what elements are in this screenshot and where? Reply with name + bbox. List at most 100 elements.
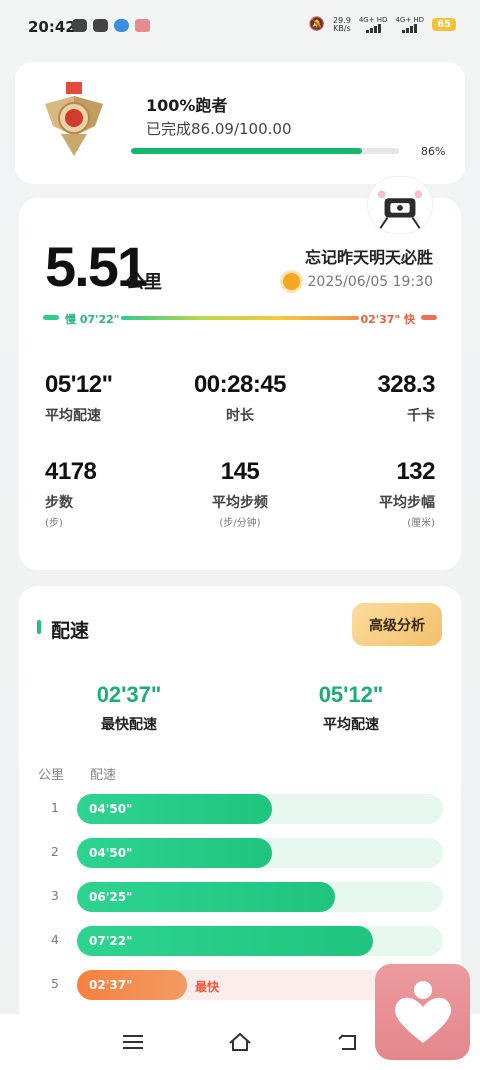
km-number: 1 bbox=[51, 801, 59, 815]
stat-stride: 132 平均步幅 (厘米) bbox=[379, 458, 436, 529]
slow-cap bbox=[43, 315, 59, 320]
stat-unit: (厘米) bbox=[407, 518, 435, 529]
km-pace-row: 2 04'50" bbox=[19, 837, 461, 869]
sun-icon bbox=[282, 273, 300, 290]
km-pace-row: 3 06'25" bbox=[19, 881, 461, 913]
pace-range-bar: 慢 07'22" 02'37" 快 bbox=[43, 311, 437, 326]
signal-icon bbox=[402, 24, 418, 33]
status-time: 20:42 bbox=[28, 18, 76, 36]
menu-button[interactable] bbox=[118, 1028, 148, 1056]
net-speed-unit: KB/s bbox=[333, 23, 351, 33]
pace-bar-label: 06'25" bbox=[89, 890, 133, 904]
floating-app-shortcut[interactable] bbox=[375, 964, 470, 1060]
fast-cap bbox=[421, 315, 437, 320]
achievement-card[interactable]: 100%跑者 已完成86.09/100.00 86% bbox=[15, 62, 465, 184]
km-number: 2 bbox=[51, 845, 59, 859]
stat-unit: (步/分钟) bbox=[219, 518, 261, 529]
fastest-tag: 最快 bbox=[195, 980, 220, 994]
net-speed: 29.9 KB/s bbox=[333, 16, 351, 33]
average-pace-value: 05'12" bbox=[318, 682, 384, 707]
km-number: 4 bbox=[51, 933, 59, 947]
stat-label: 时长 bbox=[226, 408, 254, 424]
pace-bar-fill: 04'50" bbox=[77, 838, 272, 868]
average-pace: 05'12" 平均配速 bbox=[271, 682, 431, 734]
stat-label: 平均步频 bbox=[212, 495, 268, 511]
battery-indicator: 65 bbox=[432, 18, 456, 31]
stat-label: 千卡 bbox=[407, 408, 435, 424]
column-header-km: 公里 bbox=[38, 768, 65, 783]
km-pace-row: 4 07'22" bbox=[19, 925, 461, 957]
column-header-pace: 配速 bbox=[90, 768, 117, 783]
sim1-label: 4G+ HD bbox=[358, 16, 388, 24]
back-button[interactable] bbox=[332, 1028, 362, 1056]
pace-bar-label: 07'22" bbox=[89, 934, 133, 948]
advanced-analysis-button[interactable]: 高级分析 bbox=[352, 603, 442, 646]
stat-value: 132 bbox=[396, 458, 435, 485]
pace-bar-fill: 07'22" bbox=[77, 926, 373, 956]
stat-value: 4178 bbox=[45, 458, 97, 485]
home-button[interactable] bbox=[225, 1028, 255, 1056]
app-notification-icon bbox=[135, 19, 150, 32]
signal-icon bbox=[365, 24, 381, 33]
menu-icon bbox=[123, 1035, 143, 1049]
run-datetime-text: 2025/06/05 19:30 bbox=[307, 273, 434, 290]
stat-unit: (步) bbox=[45, 518, 63, 529]
achievement-percent: 86% bbox=[421, 145, 446, 158]
slow-pace-label: 慢 07'22" bbox=[65, 313, 120, 326]
status-bar: 20:42 🔕 29.9 KB/s 4G+ HD 4G+ HD 65 bbox=[0, 0, 480, 56]
average-pace-label: 平均配速 bbox=[323, 717, 379, 733]
fastest-pace-label: 最快配速 bbox=[101, 717, 157, 733]
pace-bar-track: 07'22" bbox=[77, 926, 443, 956]
section-marker bbox=[37, 620, 41, 634]
chat-icon bbox=[72, 19, 87, 32]
stat-duration: 00:28:45 时长 bbox=[171, 371, 309, 425]
distance-unit: 公里 bbox=[126, 272, 162, 293]
pace-bar-label: 04'50" bbox=[89, 802, 133, 816]
medal-icon bbox=[45, 82, 103, 156]
pace-gradient bbox=[121, 316, 359, 320]
stat-value: 00:28:45 bbox=[193, 371, 287, 398]
run-motto: 忘记昨天明天必胜 bbox=[304, 248, 433, 267]
message-icon bbox=[93, 19, 108, 32]
pace-bar-fill: 06'25" bbox=[77, 882, 335, 912]
pace-bar-label: 02'37" bbox=[89, 978, 133, 992]
pace-bar-fill: 02'37" bbox=[77, 970, 187, 1000]
avatar[interactable] bbox=[367, 176, 433, 234]
km-number: 5 bbox=[51, 977, 59, 991]
notification-icons bbox=[72, 19, 150, 32]
home-icon bbox=[229, 1032, 251, 1051]
fast-pace-label: 02'37" 快 bbox=[360, 313, 415, 326]
stat-cadence: 145 平均步频 (步/分钟) bbox=[171, 458, 309, 529]
heart-app-icon bbox=[394, 981, 451, 1043]
sim2-label: 4G+ HD bbox=[395, 16, 425, 24]
stat-value: 05'12" bbox=[45, 371, 113, 398]
status-right: 🔕 29.9 KB/s 4G+ HD 4G+ HD 65 bbox=[309, 16, 456, 33]
achievement-progress-text: 已完成86.09/100.00 bbox=[146, 120, 292, 138]
pace-bar-label: 04'50" bbox=[89, 846, 133, 860]
pace-bar-track: 04'50" bbox=[77, 794, 443, 824]
mute-icon: 🔕 bbox=[308, 17, 326, 32]
km-number: 3 bbox=[51, 889, 59, 903]
run-datetime: 2025/06/05 19:30 bbox=[282, 273, 434, 290]
qq-icon bbox=[114, 19, 129, 32]
fastest-pace: 02'37" 最快配速 bbox=[49, 682, 209, 734]
stat-label: 平均步幅 bbox=[379, 495, 435, 511]
sim1-signal: 4G+ HD bbox=[358, 16, 388, 33]
km-pace-row: 1 04'50" bbox=[19, 793, 461, 825]
pace-section-title: 配速 bbox=[51, 620, 90, 642]
achievement-title: 100%跑者 bbox=[146, 96, 228, 115]
stat-value: 145 bbox=[220, 458, 260, 485]
stat-label: 平均配速 bbox=[45, 408, 101, 424]
back-icon bbox=[338, 1034, 356, 1050]
pace-bar-track: 06'25" bbox=[77, 882, 443, 912]
achievement-progress-fill bbox=[131, 148, 362, 154]
stat-label: 步数 bbox=[45, 495, 73, 511]
fastest-pace-value: 02'37" bbox=[96, 682, 162, 707]
stat-avg-pace: 05'12" 平均配速 bbox=[45, 371, 113, 425]
stat-value: 328.3 bbox=[377, 371, 435, 398]
achievement-progress-bar bbox=[131, 148, 399, 154]
stat-steps: 4178 步数 (步) bbox=[45, 458, 97, 529]
run-summary-card: 5.51 公里 忘记昨天明天必胜 2025/06/05 19:30 慢 07'2… bbox=[19, 176, 461, 570]
sim2-signal: 4G+ HD bbox=[395, 16, 424, 33]
pace-bar-track: 04'50" bbox=[77, 838, 443, 868]
